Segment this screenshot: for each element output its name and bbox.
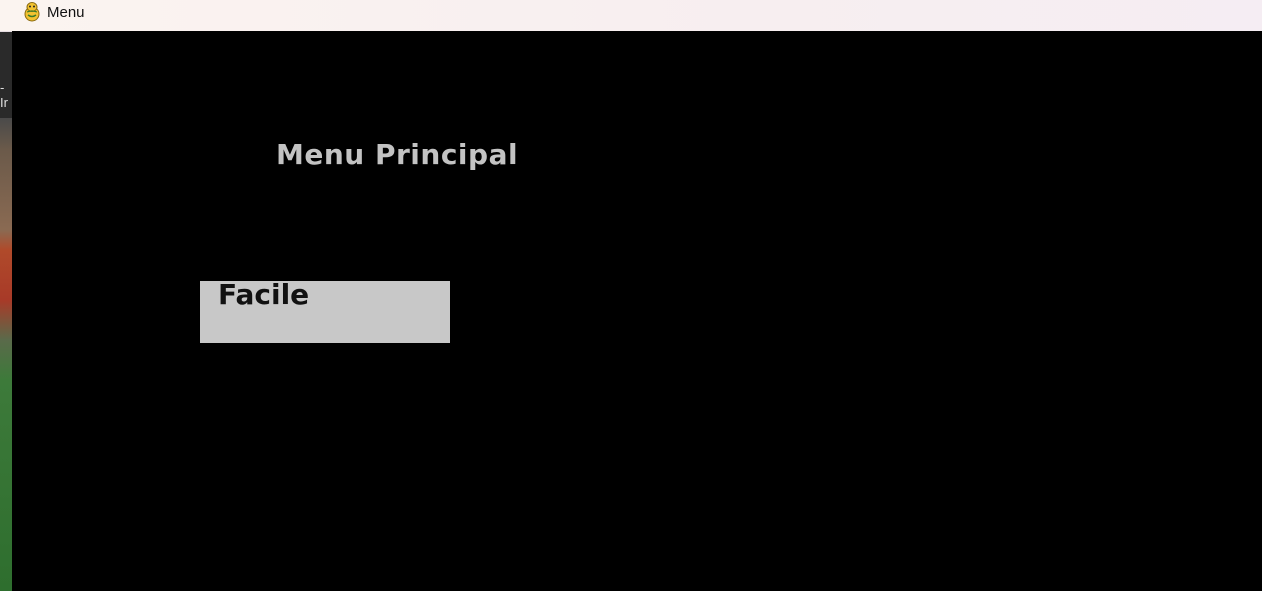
window-titlebar[interactable]: Menu xyxy=(0,0,1262,32)
difficulty-easy-button[interactable]: Facile xyxy=(200,278,450,343)
menu-heading: Menu Principal xyxy=(276,138,519,171)
desktop-text-fragment: -Ir xyxy=(0,80,8,110)
game-canvas[interactable]: Menu Principal Facile xyxy=(12,31,1262,591)
pygame-snake-icon xyxy=(22,1,42,23)
window-title: Menu xyxy=(47,4,85,21)
app-window: Menu Menu Principal Facile xyxy=(0,0,1262,591)
desktop-background: -Ir xyxy=(0,0,12,591)
difficulty-easy-button-label: Facile xyxy=(218,278,310,311)
